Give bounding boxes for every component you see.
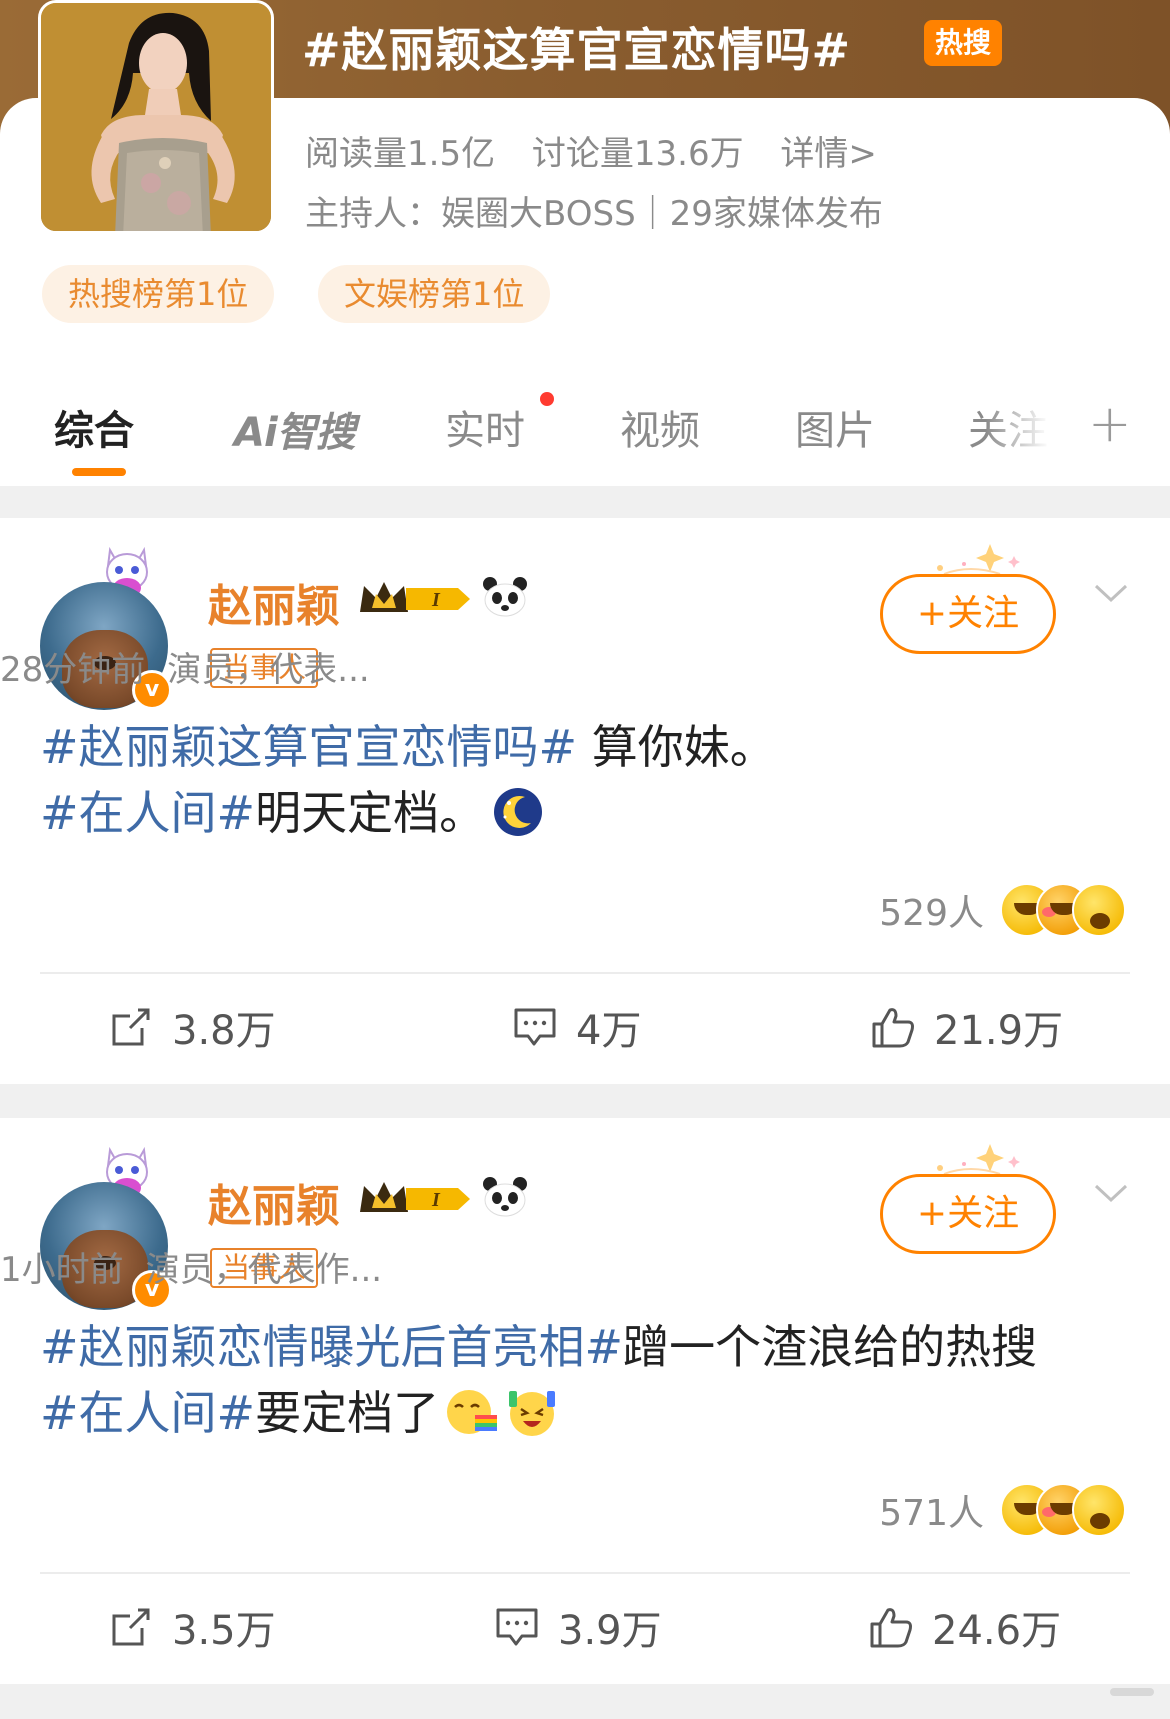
follow-button[interactable]: +关注	[880, 1174, 1056, 1254]
hashtag-link[interactable]: #赵丽颖恋情曝光后首亮相#	[40, 1320, 623, 1374]
comment-icon	[514, 1008, 556, 1046]
post-meta: 1小时前 演员，代表作...	[0, 1242, 382, 1291]
post-username[interactable]: 赵丽颖	[208, 1170, 340, 1234]
rank-chip-entertainment[interactable]: 文娱榜第1位	[318, 265, 551, 323]
reaction-count: 571人	[879, 1493, 984, 1534]
post-divider	[40, 972, 1130, 974]
reaction-faces	[1000, 1483, 1126, 1537]
weibo-post-1: v 赵丽颖 I 当事人 28分钟前 演员，代表... +关注 #赵丽颖这算官宣恋…	[0, 518, 1170, 1084]
comment-count: 3.9万	[558, 1608, 662, 1654]
vip-level-text: I	[431, 1189, 441, 1211]
moon-emoji-icon	[491, 785, 545, 839]
topic-host-line: 主持人：娱圈大BOSS｜29家媒体发布	[305, 194, 883, 234]
post-text-segment: 蹭一个渣浪给的热搜	[623, 1320, 1038, 1374]
surprised-emoji-icon	[1072, 883, 1126, 937]
detail-link[interactable]: 详情>	[780, 134, 877, 174]
new-content-dot	[540, 392, 554, 406]
topic-cover-image[interactable]	[38, 0, 274, 234]
post-divider	[40, 1572, 1130, 1574]
repost-button[interactable]: 3.8万	[108, 992, 276, 1062]
post-text: #赵丽颖这算官宣恋情吗# 算你妹。 #在人间#明天定档。	[40, 714, 1130, 846]
like-count: 24.6万	[932, 1608, 1062, 1654]
tab-realtime-label: 实时	[445, 408, 525, 454]
vip-crown-icon: I	[360, 1182, 470, 1212]
comment-button[interactable]: 4万	[512, 992, 641, 1062]
reaction-count: 529人	[879, 893, 984, 934]
comment-count: 4万	[576, 1008, 642, 1054]
hashtag-link[interactable]: #在人间#	[40, 1386, 255, 1440]
post-time: 1小时前	[0, 1250, 124, 1290]
plus-icon[interactable]: +	[1088, 394, 1132, 454]
topic-title: #赵丽颖这算官宣恋情吗#	[302, 23, 852, 77]
post-action-bar: 3.5万 3.9万 24.6万	[0, 1592, 1170, 1662]
post-text-segment: 明天定档。	[255, 786, 486, 840]
panda-badge-icon	[483, 1177, 527, 1217]
post-meta: 28分钟前 演员，代表...	[0, 642, 370, 691]
tab-comprehensive[interactable]: 综合	[54, 398, 134, 456]
post-bio: 演员，代表作...	[145, 1250, 383, 1290]
repost-button[interactable]: 3.5万	[108, 1592, 276, 1662]
post-action-bar: 3.8万 4万 21.9万	[0, 992, 1170, 1062]
vip-crown-icon: I	[360, 582, 470, 612]
repost-count: 3.5万	[172, 1608, 276, 1654]
read-count: 阅读量1.5亿	[305, 134, 496, 174]
vip-level-text: I	[431, 589, 441, 611]
repost-count: 3.8万	[172, 1008, 276, 1054]
post-text-segment: 要定档了	[255, 1386, 440, 1440]
cheer-emoji-icon	[505, 1385, 559, 1439]
active-tab-indicator	[72, 468, 126, 476]
discuss-count: 讨论量13.6万	[531, 134, 744, 174]
thumbs-up-icon	[872, 1008, 914, 1048]
tab-ai-search[interactable]: Ai智搜	[234, 400, 356, 458]
tab-bar: 综合 Ai智搜 实时 视频 图片 关注 +	[0, 386, 1170, 484]
share-icon	[112, 1608, 150, 1646]
scroll-handle[interactable]	[1110, 1688, 1154, 1696]
follow-button[interactable]: +关注	[880, 574, 1056, 654]
tab-realtime[interactable]: 实时	[445, 398, 525, 456]
like-count: 21.9万	[934, 1008, 1064, 1054]
post-text-segment: 算你妹。	[577, 720, 776, 774]
like-button[interactable]: 21.9万	[870, 992, 1063, 1062]
share-icon	[112, 1008, 150, 1046]
hashtag-link[interactable]: #赵丽颖这算官宣恋情吗#	[40, 720, 577, 774]
panda-badge-icon	[483, 577, 527, 617]
hot-search-badge: 热搜	[924, 20, 1002, 66]
tab-images[interactable]: 图片	[795, 398, 875, 456]
reaction-summary[interactable]: 529人	[879, 882, 1126, 938]
chevron-down-icon[interactable]	[1094, 578, 1128, 608]
topic-stats: 阅读量1.5亿 讨论量13.6万 详情>	[305, 126, 903, 175]
post-bio: 演员，代表...	[167, 650, 370, 690]
post-time: 28分钟前	[0, 650, 146, 690]
cover-photo-illustration	[41, 3, 271, 231]
reaction-summary[interactable]: 571人	[879, 1482, 1126, 1538]
like-button[interactable]: 24.6万	[868, 1592, 1061, 1662]
reaction-faces	[1000, 883, 1126, 937]
hashtag-link[interactable]: #在人间#	[40, 786, 255, 840]
comment-icon	[496, 1608, 538, 1646]
rank-chip-hot-search[interactable]: 热搜榜第1位	[42, 265, 275, 323]
chevron-down-icon[interactable]	[1094, 1178, 1128, 1208]
comment-button[interactable]: 3.9万	[494, 1592, 662, 1662]
post-username[interactable]: 赵丽颖	[208, 570, 340, 634]
weibo-post-2: v 赵丽颖 I 当事人 1小时前 演员，代表作... +关注 #赵丽颖恋情曝光后…	[0, 1118, 1170, 1684]
surprised-emoji-icon	[1072, 1483, 1126, 1537]
tab-video[interactable]: 视频	[620, 398, 700, 456]
tab-overflow-fade	[985, 386, 1065, 466]
rainbow-vomit-emoji-icon	[445, 1385, 499, 1439]
post-text: #赵丽颖恋情曝光后首亮相#蹭一个渣浪给的热搜 #在人间#要定档了	[40, 1314, 1130, 1446]
thumbs-up-icon	[870, 1608, 912, 1648]
